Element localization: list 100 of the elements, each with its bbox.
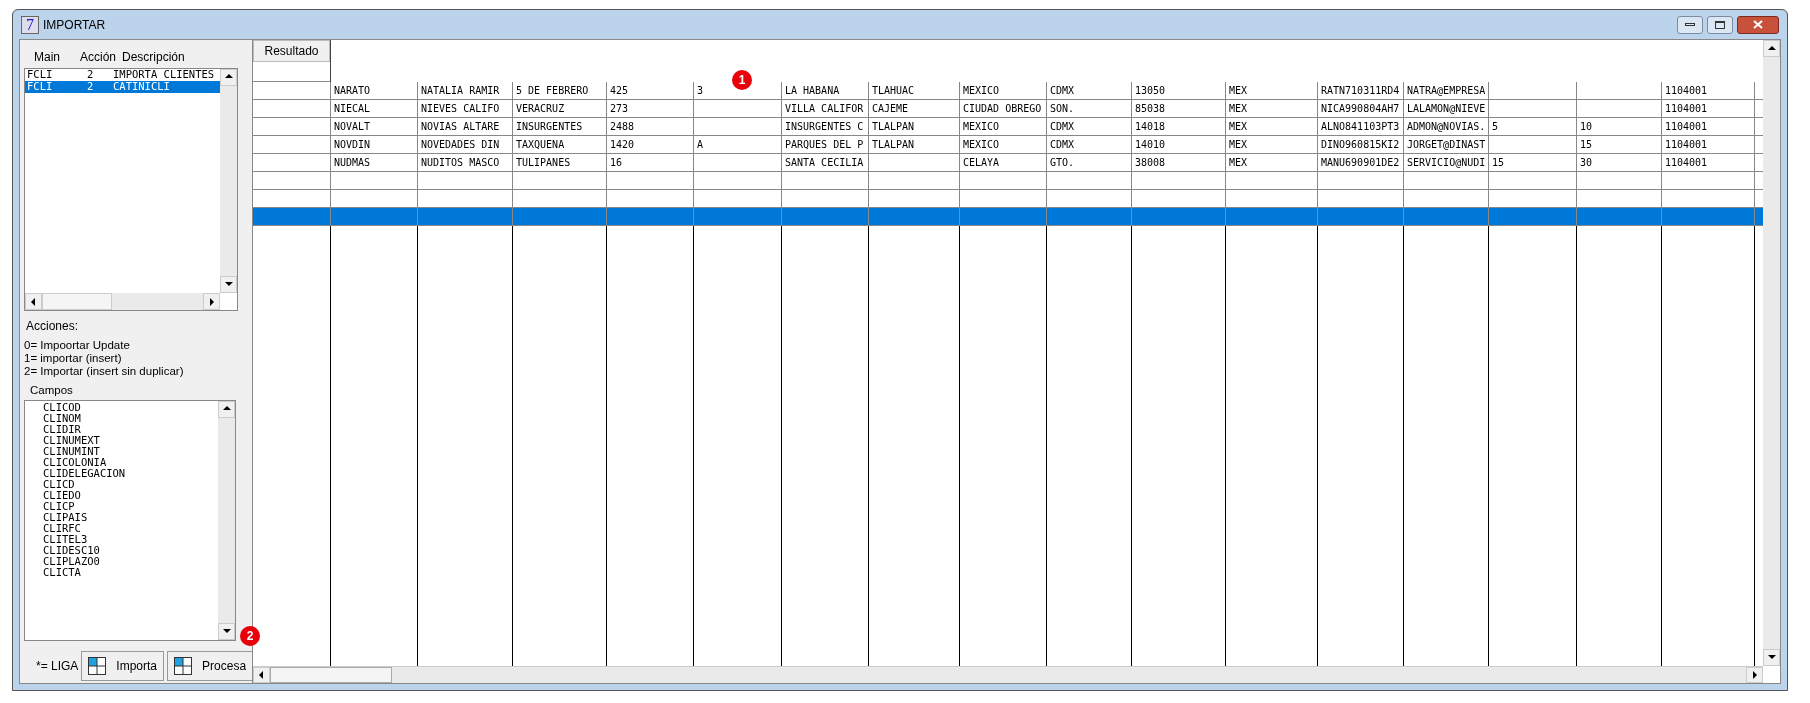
- grid-cell-text: NATALIA RAMIR: [421, 84, 500, 98]
- grid-cell-text: CDMX: [1050, 138, 1075, 152]
- grid-cell-text: 425: [610, 84, 629, 98]
- campos-label: Campos: [29, 383, 74, 399]
- grid-cell-text: NICA990804AH7: [1321, 102, 1400, 116]
- grid-cell-text: TAXQUENA: [516, 138, 565, 152]
- grid-cell-text: MEX: [1229, 102, 1248, 116]
- grid-cell-text: MEXICO: [963, 138, 1000, 152]
- horizontal-scrollbar[interactable]: [25, 293, 220, 311]
- grid-icon: [88, 657, 107, 675]
- action-legend-line: 1= importar (insert): [24, 352, 123, 366]
- field-item[interactable]: CLIEDO: [43, 489, 218, 501]
- grid-row[interactable]: NOVALT NOVIAS ALTARE INSURGENTES 2488 INSURGENTES C TLALPAN MEXICO CDMX 14018 MEX ALNO841103PT3 ADMON@NOVIAS. 5 10 1104001: [253, 118, 1763, 136]
- grid-cell-text: SON.: [1050, 102, 1075, 116]
- window-title: IMPORTAR: [43, 16, 106, 34]
- grid-cell-text: NIEVES CALIFO: [421, 102, 500, 116]
- field-item[interactable]: CLICOLONIA: [43, 456, 218, 468]
- grid-cell-text: MEX: [1229, 138, 1248, 152]
- grid-cell-text: 38008: [1135, 156, 1166, 170]
- grid-cell-text: ALNO841103PT3: [1321, 120, 1400, 134]
- grid-cell-text: 1104001: [1665, 120, 1708, 134]
- app-logo: 7: [21, 15, 39, 34]
- grid-cell-text: 3: [697, 84, 704, 98]
- maximize-button[interactable]: [1707, 15, 1733, 34]
- result-header-button[interactable]: Resultado: [253, 40, 330, 62]
- field-item[interactable]: CLIPLAZO0: [43, 555, 218, 567]
- grid-cell-text: 14010: [1135, 138, 1166, 152]
- grid-cell-text: NARATO: [334, 84, 371, 98]
- minimize-button[interactable]: [1677, 15, 1703, 34]
- field-item[interactable]: CLITEL3: [43, 533, 218, 545]
- close-icon: [1753, 20, 1763, 29]
- vertical-scrollbar[interactable]: [1763, 40, 1780, 666]
- grid-cell-text: SANTA CECILIA: [785, 156, 864, 170]
- grid-cell-text: TLALPAN: [872, 138, 915, 152]
- grid-cell-text: SERVICIO@NUDI: [1407, 156, 1486, 170]
- grid-cell-text: CELAYA: [963, 156, 1000, 170]
- grid-cell-text: NATRA@EMPRESA: [1407, 84, 1486, 98]
- grid-cell-text: MEXICO: [963, 120, 1000, 134]
- action-legend-line: 0= Impoortar Update: [24, 339, 131, 353]
- grid-cell-text: CIUDAD OBREGO: [963, 102, 1042, 116]
- field-item[interactable]: CLIDIR: [43, 423, 218, 435]
- close-button[interactable]: [1737, 15, 1779, 34]
- field-item[interactable]: CLIPAIS: [43, 511, 218, 523]
- grid-cell-text: NOVDIN: [334, 138, 371, 152]
- grid-cell-text: 16: [610, 156, 623, 170]
- grid-cell-text: A: [697, 138, 704, 152]
- grid-row[interactable]: NOVDIN NOVEDADES DIN TAXQUENA 1420 A PARQUES DEL P TLALPAN MEXICO CDMX 14010 MEX DINO960815KI2 JORGET@DINAST 15 1104001: [253, 136, 1763, 154]
- grid-cell-text: MANU690901DE2: [1321, 156, 1400, 170]
- grid-cell-text: NOVALT: [334, 120, 371, 134]
- field-item[interactable]: CLINOM: [43, 412, 218, 424]
- grid-cell-text: TLALPAN: [872, 120, 915, 134]
- grid-cell-text: 273: [610, 102, 629, 116]
- grid-cell-text: CDMX: [1050, 84, 1075, 98]
- grid-cell-text: 14018: [1135, 120, 1166, 134]
- grid-icon: [174, 657, 193, 675]
- grid-cell-text: CAJEME: [872, 102, 909, 116]
- grid-cell-text: MEXICO: [963, 84, 1000, 98]
- field-item[interactable]: CLINUMINT: [43, 445, 218, 457]
- horizontal-scrollbar[interactable]: [253, 666, 1763, 683]
- column-header: Main: [34, 48, 61, 66]
- grid-cell-text: RATN710311RD4: [1321, 84, 1400, 98]
- grid-cell-text: 10: [1580, 120, 1593, 134]
- grid-cell-text: JORGET@DINAST: [1407, 138, 1486, 152]
- field-item[interactable]: CLIDELEGACION: [43, 467, 218, 479]
- action-legend-line: 2= Importar (insert sin duplicar): [24, 365, 185, 379]
- grid-cell-text: DINO960815KI2: [1321, 138, 1400, 152]
- acciones-label: Acciones:: [25, 318, 80, 336]
- grid-cell-text: NOVIAS ALTARE: [421, 120, 500, 134]
- grid-cell-text: MEX: [1229, 84, 1248, 98]
- grid-cell-text: PARQUES DEL P: [785, 138, 864, 152]
- action-button[interactable]: Procesa: [167, 651, 254, 681]
- grid-cell-text: INSURGENTES C: [785, 120, 864, 134]
- vertical-scrollbar[interactable]: [218, 400, 235, 640]
- grid-cell-text: NUDMAS: [334, 156, 371, 170]
- legend-text: *= LIGA: [35, 658, 79, 675]
- grid-row[interactable]: NIECAL NIEVES CALIFO VERACRUZ 273 VILLA CALIFOR CAJEME CIUDAD OBREGO SON. 85038 MEX NICA990804AH7 LALAMON@NIEVE 1104001: [253, 100, 1763, 118]
- list-item[interactable]: FCLI 2 IMPORTA CLIENTES: [25, 68, 220, 81]
- field-item[interactable]: CLINUMEXT: [43, 434, 218, 446]
- field-item[interactable]: CLICTA: [43, 566, 218, 578]
- grid-cell-text: MEX: [1229, 120, 1248, 134]
- grid-cell-text: LA HABANA: [785, 84, 840, 98]
- grid-cell-text: 13050: [1135, 84, 1166, 98]
- grid-cell-text: TULIPANES: [516, 156, 571, 170]
- grid-cell-text: MEX: [1229, 156, 1248, 170]
- field-item[interactable]: CLICD: [43, 478, 218, 490]
- field-item[interactable]: CLICP: [43, 500, 218, 512]
- grid-cell-text: 5: [1492, 120, 1499, 134]
- field-item[interactable]: CLICOD: [43, 401, 218, 413]
- grid-cell-text: 85038: [1135, 102, 1166, 116]
- grid-cell-text: NIECAL: [334, 102, 371, 116]
- list-item[interactable]: FCLI 2 CATINICLI: [25, 80, 220, 93]
- grid-row[interactable]: NUDMAS NUDITOS MASCO TULIPANES 16 SANTA CECILIA CELAYA GTO. 38008 MEX MANU690901DE2 SERVICIO@NUDI 15 30 1104001: [253, 154, 1763, 172]
- grid-row[interactable]: [253, 172, 1763, 190]
- vertical-scrollbar[interactable]: [220, 68, 237, 294]
- column-header: Descripción: [122, 48, 185, 66]
- field-item[interactable]: CLIRFC: [43, 522, 218, 534]
- field-item[interactable]: CLIDESC10: [43, 544, 218, 556]
- action-button[interactable]: Importa: [81, 651, 165, 681]
- grid-cell-text: 15: [1580, 138, 1593, 152]
- grid-cell-text: INSURGENTES: [516, 120, 583, 134]
